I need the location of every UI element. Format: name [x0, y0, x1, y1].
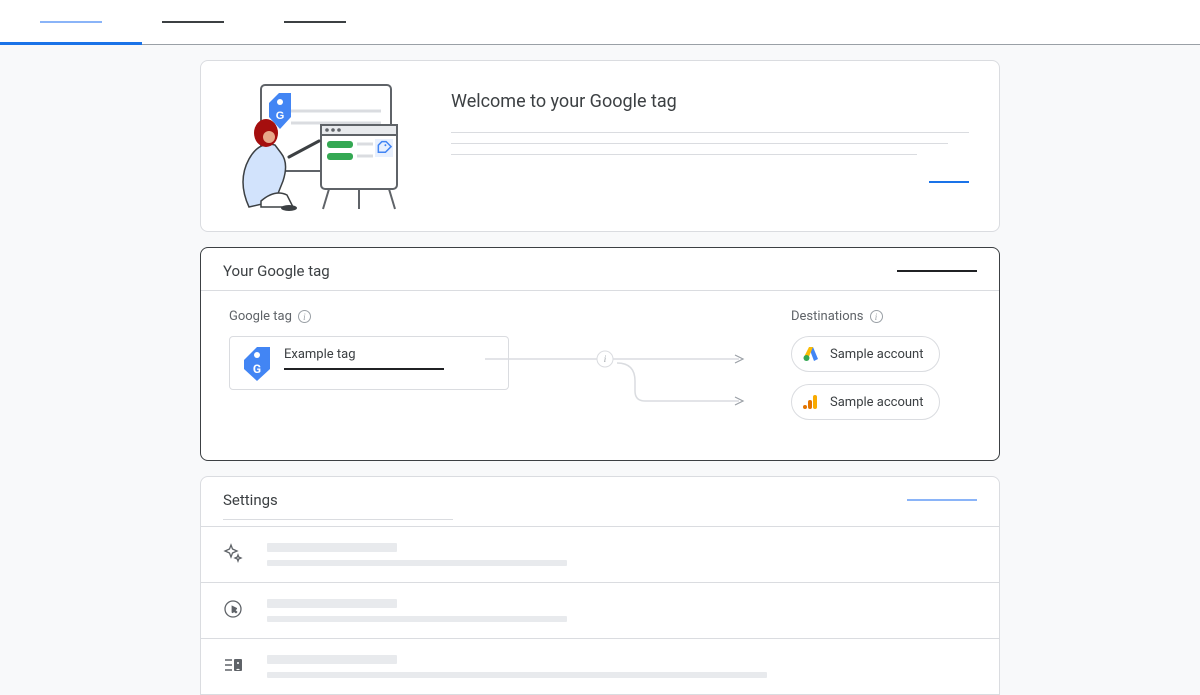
info-icon[interactable]: i	[870, 310, 883, 323]
list-user-icon	[223, 655, 243, 675]
destination-label: Sample account	[830, 347, 923, 362]
welcome-link[interactable]	[929, 181, 969, 183]
svg-text:G: G	[253, 362, 261, 376]
settings-row-3[interactable]	[201, 638, 999, 694]
destination-pill-analytics[interactable]: Sample account	[791, 384, 940, 420]
welcome-card: G	[200, 60, 1000, 232]
ads-icon	[802, 345, 820, 363]
info-icon[interactable]: i	[298, 310, 311, 323]
google-tag-icon: G	[244, 347, 270, 379]
google-tag-label: Google tag	[229, 309, 292, 324]
tab-bar	[0, 0, 1200, 45]
destination-pill-ads[interactable]: Sample account	[791, 336, 940, 372]
settings-row-1[interactable]	[201, 526, 999, 582]
settings-card: Settings	[200, 476, 1000, 695]
google-tag-card: Your Google tag Google tag i G	[200, 247, 1000, 461]
tag-header-right-placeholder	[897, 270, 977, 272]
tab-1[interactable]	[40, 0, 102, 44]
welcome-title: Welcome to your Google tag	[451, 91, 969, 112]
tab-2[interactable]	[162, 0, 224, 44]
welcome-illustration: G	[231, 81, 411, 211]
settings-row-2[interactable]	[201, 582, 999, 638]
settings-link[interactable]	[907, 499, 977, 501]
analytics-icon	[802, 393, 820, 411]
destinations-label: Destinations	[791, 309, 864, 324]
tag-box[interactable]: G Example tag	[229, 336, 509, 390]
destination-label: Sample account	[830, 395, 923, 410]
google-tag-header: Your Google tag	[223, 262, 330, 280]
tab-3[interactable]	[284, 0, 346, 44]
tag-id-placeholder	[284, 368, 444, 370]
sparkle-icon	[223, 543, 243, 563]
click-icon	[223, 599, 243, 619]
settings-header: Settings	[223, 491, 278, 509]
tag-name: Example tag	[284, 347, 444, 362]
svg-text:G: G	[276, 110, 285, 122]
